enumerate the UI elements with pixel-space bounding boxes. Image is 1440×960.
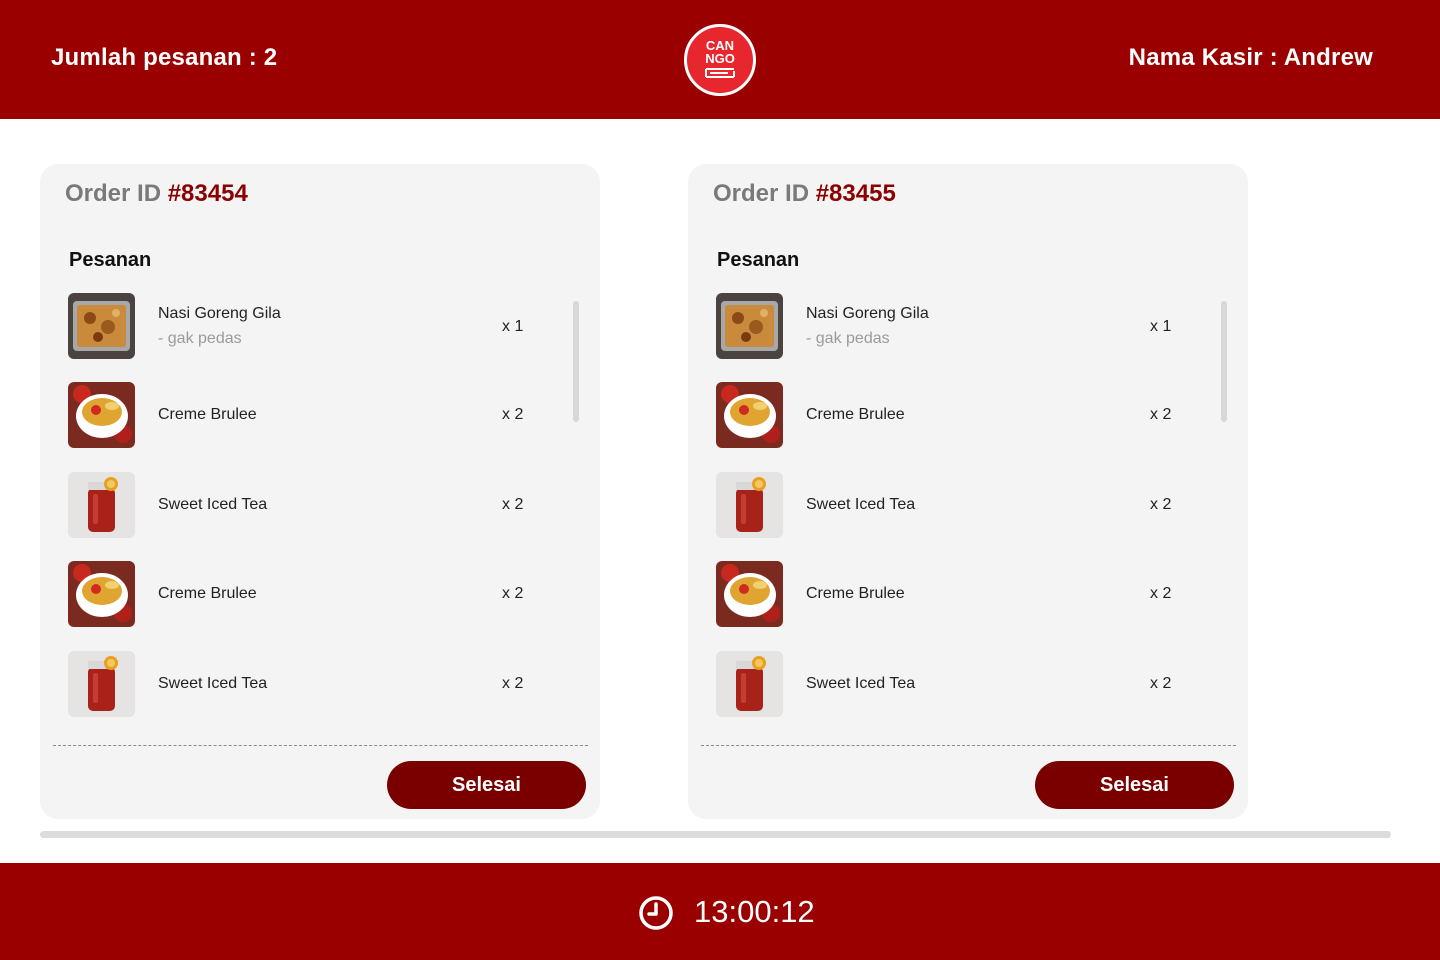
item-name: Creme Brulee <box>158 406 257 423</box>
done-button[interactable]: Selesai <box>387 761 586 809</box>
order-item: Creme Brulee x 2 <box>68 561 538 627</box>
order-item: Sweet Iced Tea x 2 <box>716 472 1186 538</box>
clock-time: 13:00:12 <box>694 894 815 929</box>
order-item: Sweet Iced Tea x 2 <box>68 651 538 717</box>
order-id-number: #83455 <box>815 180 896 207</box>
item-note: - gak pedas <box>806 330 890 347</box>
order-item: Sweet Iced Tea x 2 <box>716 651 1186 717</box>
order-count: Jumlah pesanan : 2 <box>51 44 278 71</box>
done-button[interactable]: Selesai <box>1035 761 1234 809</box>
creme-brulee-icon <box>716 382 783 448</box>
order-item: Nasi Goreng Gila - gak pedas x 1 <box>68 293 538 359</box>
creme-brulee-icon <box>716 561 783 627</box>
bottom-bar: 13:00:12 <box>0 863 1440 960</box>
item-qty: x 1 <box>502 318 524 335</box>
item-qty: x 2 <box>502 585 524 602</box>
item-qty: x 2 <box>502 675 524 692</box>
order-item: Creme Brulee x 2 <box>716 561 1186 627</box>
item-name: Nasi Goreng Gila <box>158 305 281 322</box>
order-item: Nasi Goreng Gila - gak pedas x 1 <box>716 293 1186 359</box>
horizontal-scrollbar[interactable] <box>40 831 1391 838</box>
item-name: Creme Brulee <box>158 585 257 602</box>
iced-tea-icon <box>68 472 135 538</box>
logo-tray-icon <box>705 68 735 78</box>
top-bar: Jumlah pesanan : 2 CAN NGO Nama Kasir : … <box>0 0 1440 119</box>
order-id-label: Order ID <box>713 180 816 207</box>
item-qty: x 2 <box>502 406 524 423</box>
order-id: Order ID #83454 <box>65 180 248 208</box>
order-card: Order ID #83454 Pesanan Nasi Goreng Gila… <box>40 164 600 819</box>
item-name: Nasi Goreng Gila <box>806 305 929 322</box>
order-item: Creme Brulee x 2 <box>68 382 538 448</box>
order-item: Sweet Iced Tea x 2 <box>68 472 538 538</box>
item-name: Sweet Iced Tea <box>158 496 268 513</box>
iced-tea-icon <box>716 651 783 717</box>
items-scrollbar[interactable] <box>573 301 579 422</box>
divider <box>701 745 1236 746</box>
order-id: Order ID #83455 <box>713 180 896 208</box>
creme-brulee-icon <box>68 382 135 448</box>
order-id-number: #83454 <box>167 180 248 207</box>
item-name: Creme Brulee <box>806 585 905 602</box>
logo-text-bottom: NGO <box>705 51 735 66</box>
cangngo-logo: CAN NGO <box>684 24 756 96</box>
divider <box>53 745 588 746</box>
items-scrollbar[interactable] <box>1221 301 1227 422</box>
item-name: Creme Brulee <box>806 406 905 423</box>
item-name: Sweet Iced Tea <box>806 496 916 513</box>
section-title: Pesanan <box>69 249 152 271</box>
item-note: - gak pedas <box>158 330 242 347</box>
item-qty: x 2 <box>1150 406 1172 423</box>
fried-rice-icon <box>68 293 135 359</box>
item-name: Sweet Iced Tea <box>806 675 916 692</box>
item-qty: x 1 <box>1150 318 1172 335</box>
iced-tea-icon <box>68 651 135 717</box>
item-qty: x 2 <box>1150 585 1172 602</box>
item-qty: x 2 <box>502 496 524 513</box>
section-title: Pesanan <box>717 249 800 271</box>
iced-tea-icon <box>716 472 783 538</box>
order-item: Creme Brulee x 2 <box>716 382 1186 448</box>
clock-icon <box>639 896 673 930</box>
creme-brulee-icon <box>68 561 135 627</box>
item-name: Sweet Iced Tea <box>158 675 268 692</box>
fried-rice-icon <box>716 293 783 359</box>
order-card: Order ID #83455 Pesanan Nasi Goreng Gila… <box>688 164 1248 819</box>
cashier-name: Nama Kasir : Andrew <box>1128 44 1373 71</box>
order-id-label: Order ID <box>65 180 168 207</box>
item-qty: x 2 <box>1150 675 1172 692</box>
item-qty: x 2 <box>1150 496 1172 513</box>
